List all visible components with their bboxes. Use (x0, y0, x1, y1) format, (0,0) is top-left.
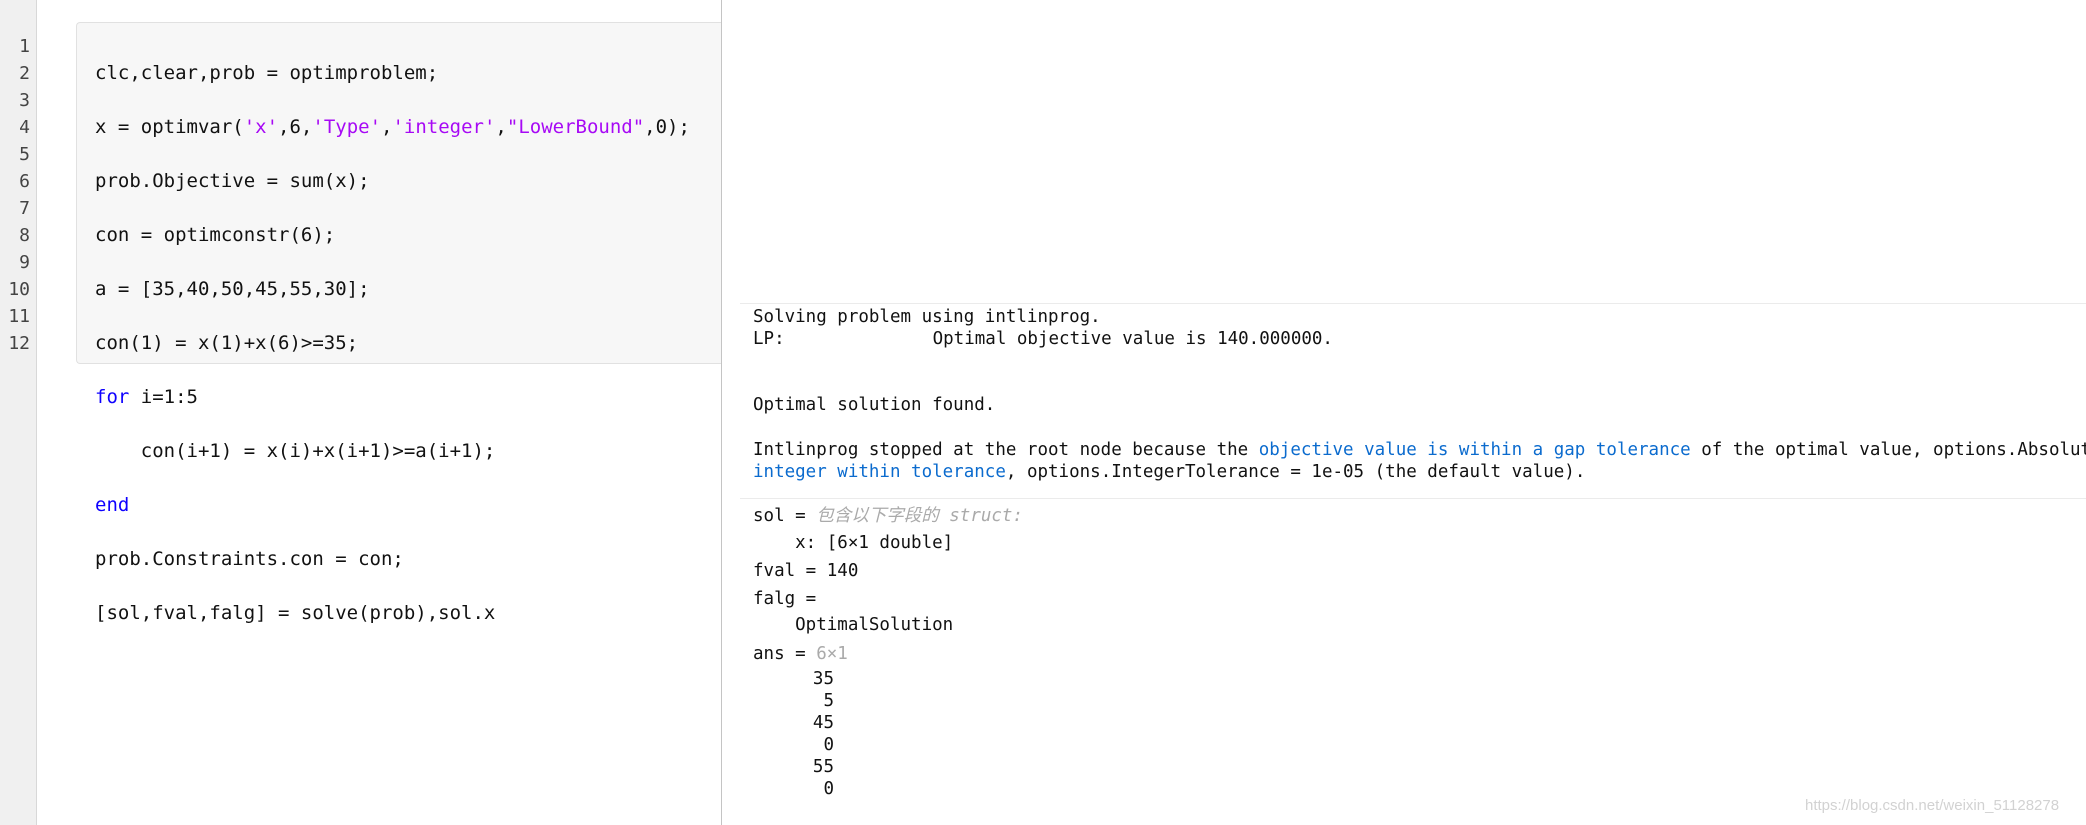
code-line[interactable]: prob.Objective = sum(x); (95, 168, 690, 195)
code-line[interactable]: a = [35,40,50,45,55,30]; (95, 276, 690, 303)
code-line[interactable]: con(1) = x(1)+x(6)>=35; (95, 330, 690, 357)
sol-label: sol = (753, 506, 817, 526)
stop-message-line-1: Intlinprog stopped at the root node beca… (753, 439, 2086, 461)
ans-size: 6×1 (816, 644, 848, 664)
solver-status-line: Solving problem using intlinprog. (753, 307, 1101, 327)
output-separator (740, 303, 2086, 304)
keyword: for (95, 386, 130, 408)
ans-value: 45 (812, 713, 834, 733)
code-line[interactable]: clc,clear,prob = optimproblem; (95, 60, 690, 87)
code-text: ,0); (644, 116, 690, 138)
sol-line: sol = 包含以下字段的 struct: (753, 505, 1023, 527)
ans-value: 55 (812, 757, 834, 777)
integer-tolerance-link[interactable]: integer within tolerance (753, 462, 1006, 482)
line-number: 2 (19, 63, 30, 84)
line-number: 5 (19, 144, 30, 165)
code-text: , (381, 116, 393, 138)
line-numbers: 1 2 3 4 5 6 7 8 9 10 11 12 (0, 33, 30, 357)
line-number: 9 (19, 252, 30, 273)
line-number: 3 (19, 90, 30, 111)
code-line[interactable]: con = optimconstr(6); (95, 222, 690, 249)
line-number: 12 (8, 333, 30, 354)
stop-text: , options.IntegerTolerance = 1e-05 (the … (1005, 462, 1586, 482)
line-number: 6 (19, 171, 30, 192)
line-number-gutter: 1 2 3 4 5 6 7 8 9 10 11 12 (0, 0, 37, 825)
line-number: 11 (8, 306, 30, 327)
line-number: 7 (19, 198, 30, 219)
falg-value: OptimalSolution (753, 615, 954, 635)
gap-tolerance-link[interactable]: objective value is within a gap toleranc… (1259, 440, 1691, 460)
string-literal: 'integer' (392, 116, 496, 138)
code-text: [sol,fval,falg] = solve(prob),sol.x (95, 602, 496, 624)
code-text: con = optimconstr(6); (95, 224, 336, 246)
stop-text: Intlinprog stopped at the root node beca… (753, 440, 1259, 460)
code-text: prob.Objective = sum(x); (95, 170, 370, 192)
code-text: con(1) = x(1)+x(6)>=35; (95, 332, 359, 354)
code-line-empty[interactable] (95, 654, 690, 681)
stop-text: of the optimal value, options.AbsoluteGa… (1701, 440, 2086, 460)
code-text: a = [35,40,50,45,55,30]; (95, 278, 370, 300)
code-text: , (495, 116, 507, 138)
solution-found-line: Optimal solution found. (753, 395, 996, 415)
code-text: prob.Constraints.con = con; (95, 548, 404, 570)
code-text: clc,clear,prob = optimproblem; (95, 62, 439, 84)
ans-value: 35 (812, 669, 834, 689)
code-line[interactable]: [sol,fval,falg] = solve(prob),sol.x (95, 600, 690, 627)
struct-description: 包含以下字段的 struct: (816, 506, 1024, 526)
stop-message-line-2: integer within tolerance, options.Intege… (753, 461, 1585, 483)
ans-label: ans = (753, 644, 817, 664)
lp-line: LP: Optimal objective value is 140.000000… (753, 328, 1333, 350)
line-number: 10 (8, 279, 30, 300)
output-separator (740, 498, 2086, 499)
watermark: https://blog.csdn.net/weixin_51128278 (1805, 797, 2060, 814)
string-literal: "LowerBound" (506, 116, 645, 138)
ans-value: 5 (823, 691, 834, 711)
fval-line: fval = 140 (753, 561, 859, 581)
line-number: 8 (19, 225, 30, 246)
lp-label: LP: (753, 329, 785, 349)
string-literal: 'x' (243, 116, 279, 138)
code-line[interactable]: for i=1:5 (95, 384, 690, 411)
ans-value: 0 (823, 735, 834, 755)
code-text: con(i+1) = x(i)+x(i+1)>=a(i+1); (95, 440, 496, 462)
falg-label: falg = (753, 589, 827, 609)
ans-line: ans = 6×1 (753, 643, 848, 665)
lp-value: Optimal objective value is 140.000000. (932, 329, 1333, 349)
code-text: x = optimvar( (95, 116, 244, 138)
ans-value: 0 (823, 779, 834, 799)
code-line[interactable]: end (95, 492, 690, 519)
code-editor[interactable]: clc,clear,prob = optimproblem; x = optim… (95, 33, 690, 708)
sol-field-x[interactable]: x: [6×1 double] (753, 532, 953, 554)
line-number: 4 (19, 117, 30, 138)
code-text: ,6, (278, 116, 313, 138)
string-literal: 'Type' (312, 116, 382, 138)
output-pane: Solving problem using intlinprog. LP: Opt… (740, 302, 2086, 825)
code-line[interactable]: prob.Constraints.con = con; (95, 546, 690, 573)
code-line[interactable]: con(i+1) = x(i)+x(i+1)>=a(i+1); (95, 438, 690, 465)
keyword: end (95, 494, 130, 516)
code-line[interactable]: x = optimvar('x',6,'Type','integer',"Low… (95, 114, 690, 141)
pane-divider[interactable] (721, 0, 722, 825)
code-text: i=1:5 (129, 386, 198, 408)
line-number: 1 (19, 36, 30, 57)
